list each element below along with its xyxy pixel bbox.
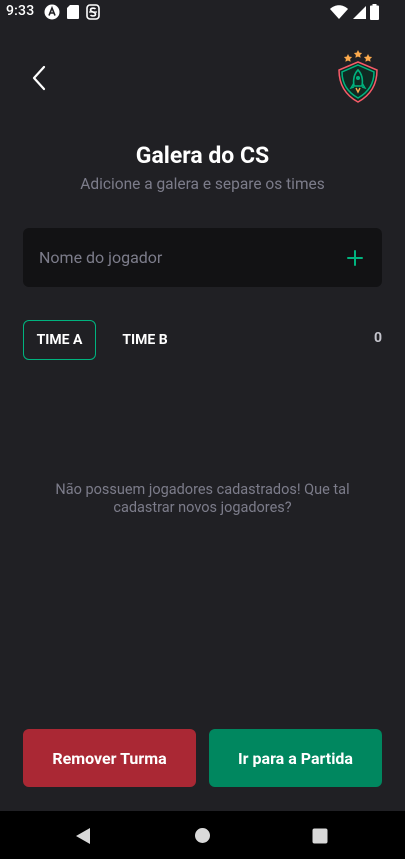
status-right-icons	[330, 4, 379, 20]
status-left-icons	[44, 4, 100, 20]
status-time: 9:33	[6, 3, 35, 19]
tab-time-a[interactable]: TIME A	[23, 320, 96, 360]
screen: 9:33 Galera do CS Adicione a galera e se…	[0, 0, 405, 859]
strikethrough-s-icon	[86, 4, 100, 20]
player-name-input[interactable]	[23, 228, 333, 287]
logo	[336, 50, 380, 104]
tab-time-b[interactable]: TIME B	[110, 320, 180, 360]
signal-icon	[353, 5, 366, 19]
add-player-button[interactable]	[344, 247, 366, 269]
go-to-match-button[interactable]: Ir para a Partida	[209, 729, 382, 787]
page-subtitle: Adicione a galera e separe os times	[80, 175, 325, 193]
sd-card-icon	[67, 5, 79, 19]
remove-group-button[interactable]: Remover Turma	[23, 729, 196, 787]
plus-icon	[347, 250, 363, 266]
battery-icon	[370, 4, 379, 20]
players-count: 0	[373, 330, 382, 346]
status-bar: 9:33	[0, 0, 405, 24]
nav-bar	[0, 811, 405, 859]
letter-a-circle-icon	[44, 4, 60, 20]
player-form	[23, 228, 382, 287]
wifi-icon	[330, 4, 348, 19]
empty-list-message: Não possuem jogadores cadastrados! Que t…	[55, 481, 350, 516]
chevron-left-icon	[32, 65, 46, 91]
page-title: Galera do CS	[135, 142, 270, 169]
rocket-shield-logo	[338, 50, 378, 103]
nav-back-icon[interactable]	[74, 827, 92, 845]
back-button[interactable]	[28, 62, 52, 94]
nav-recents-icon[interactable]	[312, 828, 328, 844]
nav-home-icon[interactable]	[194, 827, 211, 844]
